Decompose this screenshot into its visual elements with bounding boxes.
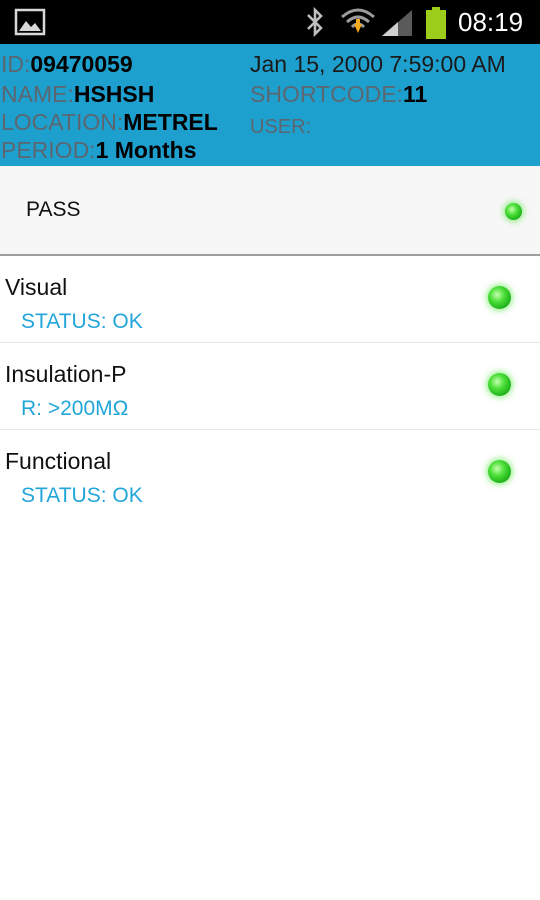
- period-label: PERIOD:: [1, 137, 96, 163]
- period-line: PERIOD:1 Months: [1, 135, 197, 165]
- test-title: Insulation-P: [5, 361, 127, 387]
- signal-icon: [382, 10, 412, 36]
- list-item-functional[interactable]: Functional STATUS: OK: [0, 430, 540, 516]
- period-value: 1 Months: [95, 137, 197, 163]
- name-label: NAME:: [1, 81, 74, 107]
- user-label: USER:: [250, 116, 312, 138]
- clock: 08:19: [458, 7, 524, 37]
- test-detail: R: >200MΩ: [21, 397, 129, 420]
- battery-icon: [426, 7, 446, 39]
- status-led-icon: [505, 203, 522, 220]
- overall-result-row[interactable]: PASS: [0, 166, 540, 256]
- id-line: ID:09470059: [1, 49, 133, 79]
- test-title: Visual: [5, 274, 68, 300]
- name-value: HSHSH: [73, 81, 155, 107]
- id-label: ID:: [1, 51, 31, 77]
- name-line: NAME:HSHSH: [1, 79, 154, 109]
- bluetooth-icon: [307, 7, 323, 37]
- wifi-icon: [341, 8, 375, 33]
- test-date: Jan 15, 2000 7:59:00 AM: [250, 51, 506, 77]
- shortcode-line: SHORTCODE:11: [250, 79, 427, 109]
- shortcode-value: 11: [402, 81, 428, 107]
- list-item-insulation[interactable]: Insulation-P R: >200MΩ: [0, 343, 540, 430]
- location-line: LOCATION:METREL: [1, 107, 218, 137]
- status-bar: 08:19: [0, 0, 540, 44]
- status-led-icon: [488, 460, 511, 483]
- test-detail: STATUS: OK: [21, 310, 143, 333]
- test-title: Functional: [5, 448, 112, 474]
- location-value: METREL: [123, 109, 218, 135]
- image-icon: [14, 8, 46, 36]
- location-label: LOCATION:: [1, 109, 124, 135]
- shortcode-label: SHORTCODE:: [250, 81, 403, 107]
- date-line: Jan 15, 2000 7:59:00 AM: [250, 49, 506, 79]
- test-detail: STATUS: OK: [21, 484, 143, 507]
- id-value: 09470059: [30, 51, 133, 77]
- status-led-icon: [488, 286, 511, 309]
- list-item-visual[interactable]: Visual STATUS: OK: [0, 256, 540, 343]
- status-led-icon: [488, 373, 511, 396]
- device-info-header: ID:09470059 NAME:HSHSH LOCATION:METREL P…: [0, 44, 540, 166]
- overall-result-label: PASS: [26, 198, 81, 221]
- user-line: USER:: [250, 112, 311, 142]
